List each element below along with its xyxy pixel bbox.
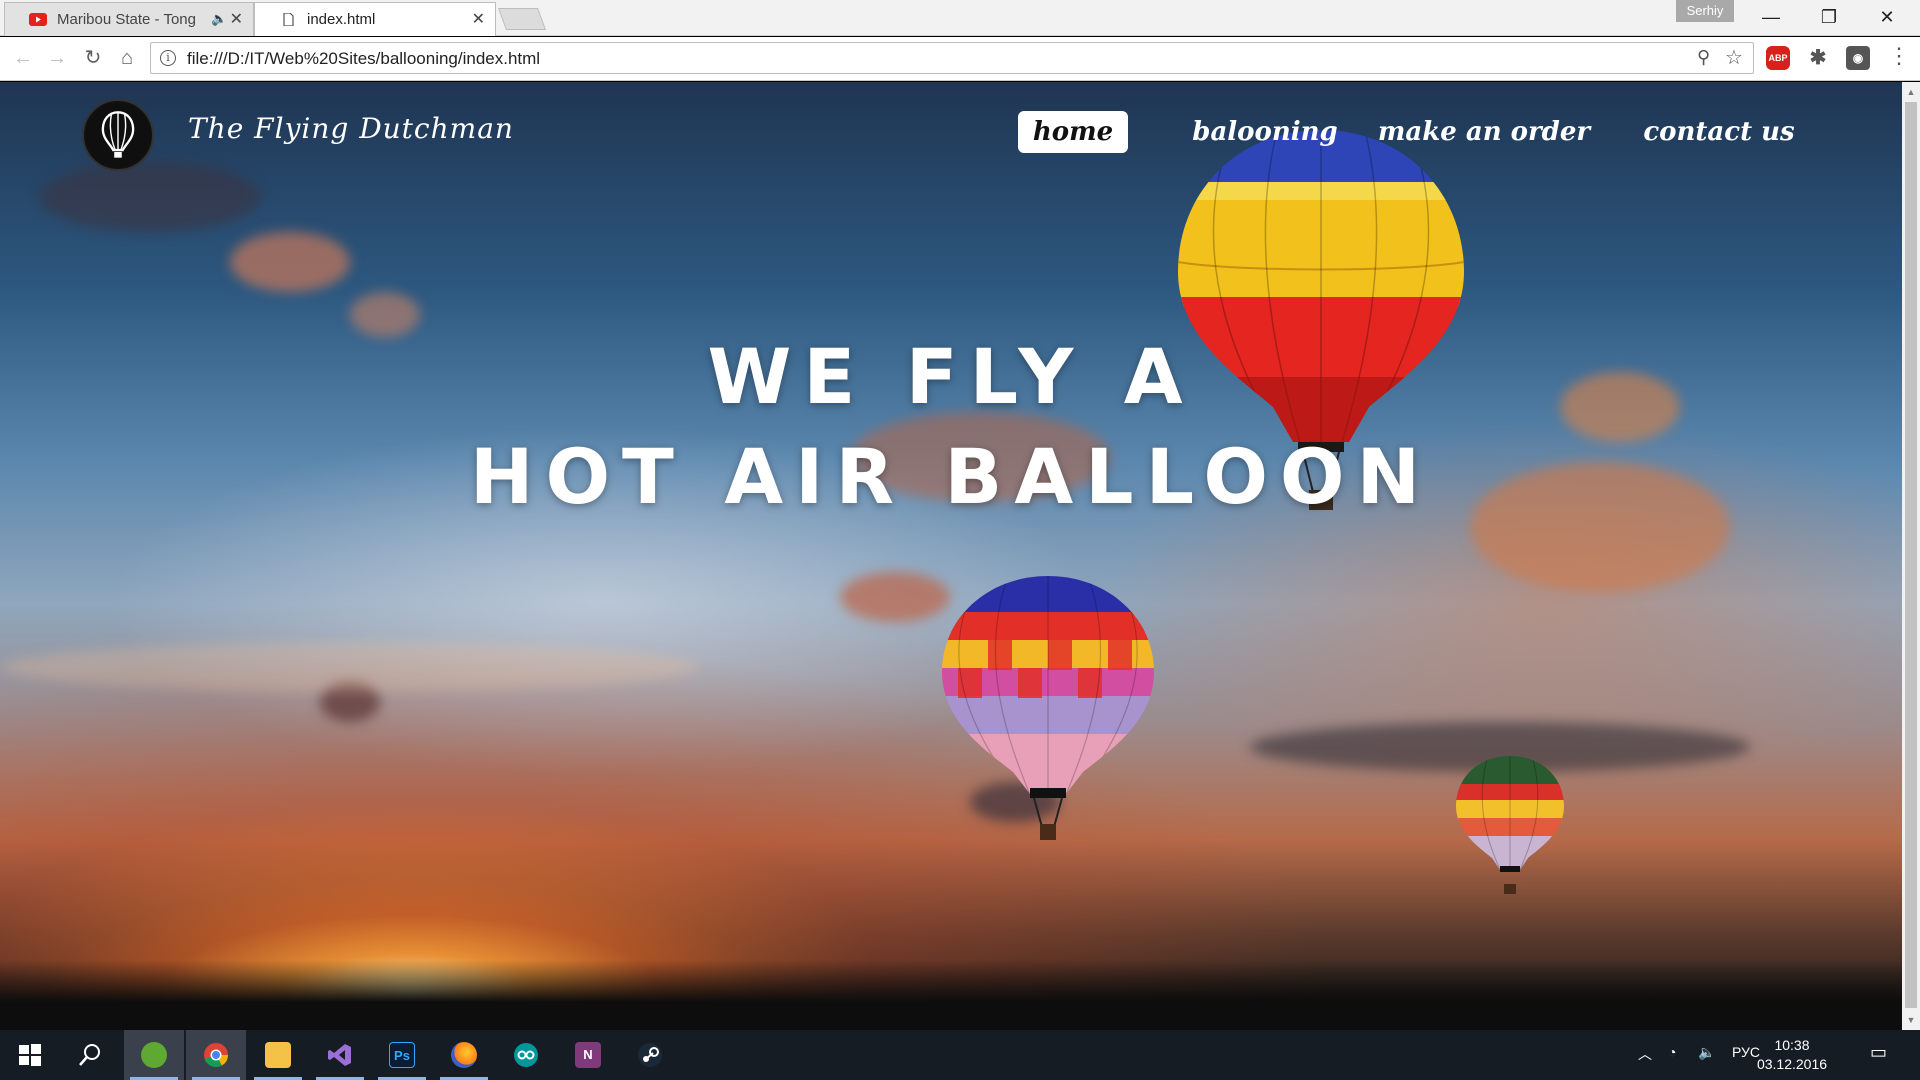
balloon-logo-icon[interactable] xyxy=(82,99,154,171)
adblock-plus-icon[interactable]: ABP xyxy=(1766,46,1790,70)
close-window-button[interactable]: ✕ xyxy=(1858,0,1916,34)
hot-air-balloon-small xyxy=(1456,756,1564,894)
hero-heading-line2: HOT AIR BALLOON xyxy=(469,432,1433,521)
minimize-button[interactable]: — xyxy=(1742,0,1800,34)
cloud xyxy=(230,232,350,292)
scroll-up-arrow-icon[interactable]: ▲ xyxy=(1902,84,1920,100)
taskbar-app[interactable] xyxy=(186,1030,246,1080)
start-button[interactable] xyxy=(0,1030,60,1080)
hero-heading-line1: WE FLY A xyxy=(707,332,1195,421)
info-icon[interactable]: i xyxy=(160,50,176,66)
onenote-icon: N xyxy=(575,1042,601,1068)
steam-icon xyxy=(638,1043,662,1067)
cloud xyxy=(840,572,950,622)
system-clock[interactable]: 10:38 03.12.2016 xyxy=(1752,1036,1832,1074)
address-bar[interactable]: i file:///D:/IT/Web%20Sites/ballooning/i… xyxy=(150,42,1754,74)
nav-home[interactable]: home xyxy=(1018,111,1128,153)
scroll-down-arrow-icon[interactable]: ▼ xyxy=(1902,1012,1920,1028)
nav-make-an-order[interactable]: make an order xyxy=(1374,111,1594,153)
profile-button[interactable]: Serhiy xyxy=(1676,0,1734,22)
scroll-thumb[interactable] xyxy=(1905,102,1917,1008)
file-icon xyxy=(283,13,294,26)
notification-center-icon[interactable]: ▭ xyxy=(1870,1042,1887,1063)
explorer-icon xyxy=(265,1042,291,1068)
page-hero-background: The Flying Dutchman home balooning make … xyxy=(0,82,1902,1030)
close-icon[interactable]: ✕ xyxy=(472,9,485,29)
tab-youtube[interactable]: Maribou State - Tong 🔈 ✕ xyxy=(4,2,254,36)
taskbar-app[interactable]: N xyxy=(558,1030,618,1080)
youtube-icon xyxy=(29,13,47,26)
vertical-scrollbar[interactable]: ▲ ▼ xyxy=(1902,82,1920,1030)
extension-owl-icon[interactable]: ◉ xyxy=(1846,46,1870,70)
tab-title: index.html xyxy=(307,11,376,28)
firefox-icon xyxy=(451,1042,477,1068)
taskbar-app[interactable] xyxy=(496,1030,556,1080)
back-arrow-icon[interactable]: ← xyxy=(10,45,36,71)
cloud xyxy=(40,162,260,232)
cloud xyxy=(350,292,420,337)
zoom-icon[interactable]: ⚲ xyxy=(1697,47,1710,68)
bookmark-star-icon[interactable]: ☆ xyxy=(1725,45,1743,70)
photoshop-icon: Ps xyxy=(389,1042,415,1068)
hot-air-balloon-medium xyxy=(942,576,1154,840)
tab-index[interactable]: index.html ✕ xyxy=(254,2,496,36)
greenshot-icon xyxy=(141,1042,167,1068)
site-brand-name[interactable]: The Flying Dutchman xyxy=(188,112,514,145)
search-button[interactable] xyxy=(60,1030,120,1080)
cloud xyxy=(0,642,700,692)
home-icon[interactable]: ⌂ xyxy=(114,45,140,71)
volume-icon[interactable]: 🔈 xyxy=(1698,1044,1715,1061)
windows-start-icon xyxy=(19,1044,41,1066)
reload-icon[interactable]: ↻ xyxy=(80,45,106,71)
taskbar-app[interactable] xyxy=(248,1030,308,1080)
clock-date: 03.12.2016 xyxy=(1756,1056,1828,1072)
search-icon xyxy=(79,1044,100,1066)
close-icon[interactable]: ✕ xyxy=(230,9,243,29)
network-icon[interactable]: ◔ xyxy=(1668,1044,1676,1060)
nav-contact-us[interactable]: contact us xyxy=(1634,111,1804,153)
clock-time: 10:38 xyxy=(1774,1037,1810,1053)
arduino-icon xyxy=(514,1043,538,1067)
chevron-up-icon[interactable]: ︿ xyxy=(1638,1044,1652,1064)
forward-arrow-icon[interactable]: → xyxy=(44,45,70,71)
chrome-icon xyxy=(204,1043,228,1068)
visual-studio-icon xyxy=(328,1044,351,1066)
taskbar-app[interactable] xyxy=(620,1030,680,1080)
taskbar-app[interactable] xyxy=(434,1030,494,1080)
restore-button[interactable]: ❐ xyxy=(1800,0,1858,34)
browser-title-bar: Maribou State - Tong 🔈 ✕ index.html ✕ Se… xyxy=(0,0,1920,36)
url-text[interactable]: file:///D:/IT/Web%20Sites/ballooning/ind… xyxy=(187,49,540,69)
menu-icon[interactable]: ⋮ xyxy=(1888,43,1910,69)
taskbar-app[interactable] xyxy=(124,1030,184,1080)
tab-title: Maribou State - Tong xyxy=(57,11,196,28)
browser-toolbar: ← → ↻ ⌂ i file:///D:/IT/Web%20Sites/ball… xyxy=(0,37,1920,81)
taskbar-app[interactable] xyxy=(310,1030,370,1080)
taskbar-app[interactable]: Ps xyxy=(372,1030,432,1080)
new-tab-button[interactable] xyxy=(497,8,547,30)
windows-taskbar: Ps N ︿ ◔ 🔈 РУС 10:38 03.12.2016 ▭ xyxy=(0,1030,1920,1080)
nav-ballooning[interactable]: balooning xyxy=(1180,111,1350,153)
speaker-muted-icon[interactable]: 🔈 xyxy=(211,11,227,27)
extension-icon[interactable]: ✱ xyxy=(1806,46,1830,70)
